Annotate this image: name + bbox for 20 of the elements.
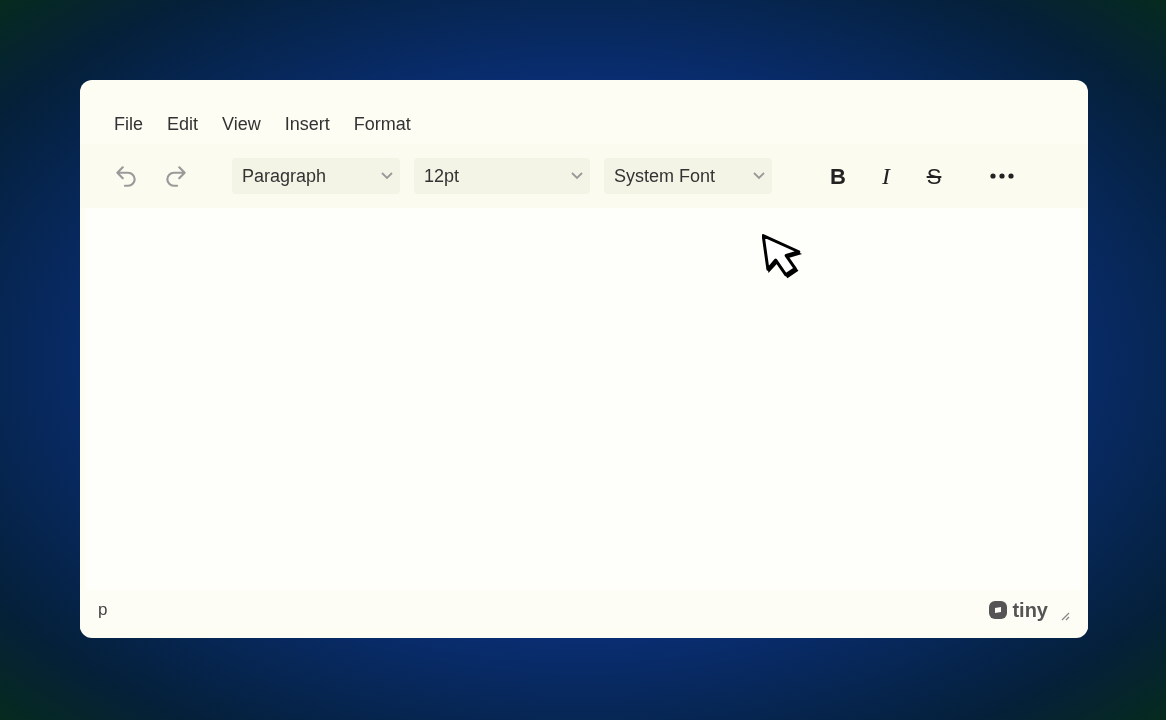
redo-arrow-icon	[163, 163, 189, 189]
italic-button[interactable]: I	[868, 158, 904, 194]
dropdown[interactable]: System Font	[604, 158, 772, 194]
menu-item[interactable]: File	[106, 110, 151, 138]
strikethrough-button[interactable]: S	[916, 158, 952, 194]
element-path[interactable]: p	[98, 597, 108, 623]
chevron-down-icon	[380, 171, 394, 181]
menu-item[interactable]: Edit	[159, 110, 207, 138]
menu-item[interactable]: View	[214, 110, 269, 138]
chevron-down-icon	[752, 171, 766, 181]
more-dots-icon	[990, 173, 1014, 179]
dropdown[interactable]: 12pt	[414, 158, 590, 194]
chevron-down-icon	[570, 171, 584, 181]
logo-icon	[988, 600, 1009, 620]
undo-arrow-icon	[113, 163, 139, 189]
menu-item[interactable]: Insert	[276, 110, 338, 138]
logo-link[interactable]: tiny	[988, 595, 1048, 625]
bold-button[interactable]: B	[820, 158, 856, 194]
dropdown[interactable]: Paragraph	[232, 158, 400, 194]
menu-item[interactable]: Format	[345, 110, 419, 138]
